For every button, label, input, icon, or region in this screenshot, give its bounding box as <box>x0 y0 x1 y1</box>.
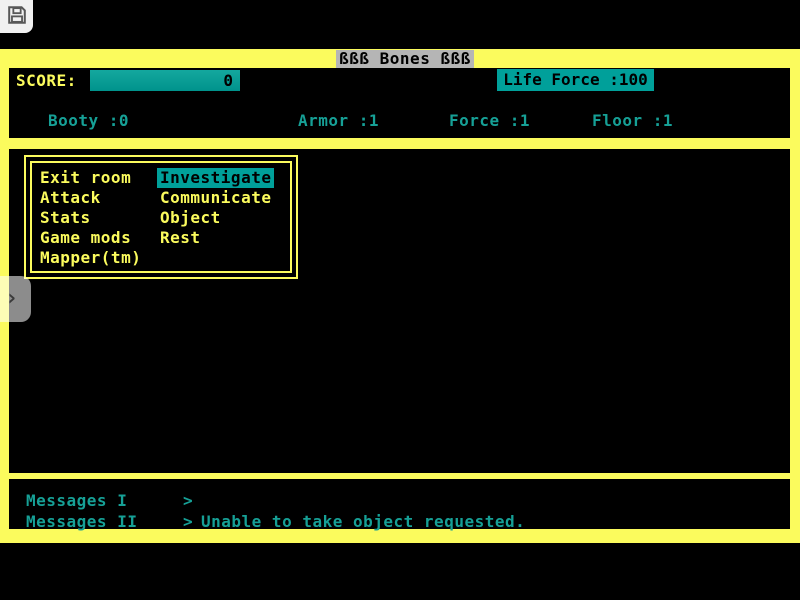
menu-column-right: Investigate Communicate Object Rest <box>160 168 271 248</box>
chevron-right-icon: › <box>5 288 18 310</box>
menu-item-object[interactable]: Object <box>160 208 221 227</box>
messages-2-prompt: > <box>183 512 193 531</box>
menu-column-left: Exit room Attack Stats Game mods Mapper(… <box>40 168 141 268</box>
menu-item-attack[interactable]: Attack <box>40 188 141 208</box>
menu-item-stats[interactable]: Stats <box>40 208 141 228</box>
life-force-badge: Life Force :100 <box>497 69 654 91</box>
drawer-handle[interactable]: › <box>0 276 31 322</box>
force-stat: Force :1 <box>449 111 530 130</box>
action-menu-inner-border: Exit room Attack Stats Game mods Mapper(… <box>30 161 292 273</box>
game-title: ßßß Bones ßßß <box>336 50 474 68</box>
status-divider <box>0 138 800 149</box>
score-label: SCORE: <box>16 71 77 90</box>
messages-2-label: Messages II <box>26 512 137 531</box>
booty-stat: Booty :0 <box>48 111 129 130</box>
messages-2-text: Unable to take object requested. <box>201 512 525 531</box>
menu-item-exit-room[interactable]: Exit room <box>40 168 141 188</box>
frame-border-bottom <box>0 529 800 543</box>
action-menu: Exit room Attack Stats Game mods Mapper(… <box>24 155 298 279</box>
armor-stat: Armor :1 <box>298 111 379 130</box>
game-screen: › ßßß Bones ßßß SCORE: 0 Life Force :100… <box>0 0 800 600</box>
menu-item-investigate[interactable]: Investigate <box>157 168 274 188</box>
floor-stat: Floor :1 <box>592 111 673 130</box>
save-button[interactable] <box>0 0 33 33</box>
menu-item-rest[interactable]: Rest <box>160 228 201 247</box>
menu-item-mapper[interactable]: Mapper(tm) <box>40 248 141 268</box>
score-bar: 0 <box>90 70 240 91</box>
messages-1-label: Messages I <box>26 491 127 510</box>
messages-1-prompt: > <box>183 491 193 510</box>
floppy-disk-icon <box>6 4 28 29</box>
messages-divider <box>0 473 800 479</box>
menu-item-game-mods[interactable]: Game mods <box>40 228 141 248</box>
menu-item-communicate[interactable]: Communicate <box>160 188 271 207</box>
